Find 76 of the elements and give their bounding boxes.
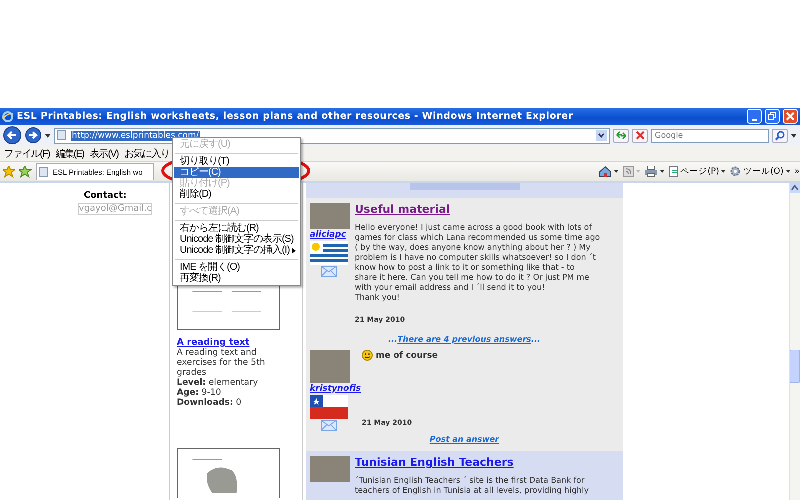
caret-icon: [786, 170, 791, 173]
search-field[interactable]: Google: [651, 128, 769, 142]
worksheet-title-link[interactable]: A reading text: [177, 338, 302, 348]
avatar-photo-placeholder: [310, 203, 350, 229]
minimize-icon: [752, 118, 757, 120]
post-text: teachers of English in Tunisia at all levels, providing highly: [355, 486, 589, 496]
post-text: problem is I have no computer skills whatsoever! so I don ´t: [355, 253, 598, 263]
post-answer-link[interactable]: Post an answer: [430, 435, 500, 444]
window-title: ESL Printables: English worksheets, lesson plans and other resources - Windows Internet Explorer: [17, 111, 574, 122]
search-button[interactable]: [772, 128, 788, 142]
menu-item[interactable]: 再変換(R): [174, 273, 299, 284]
ie-logo-icon: [2, 110, 14, 122]
close-button[interactable]: [783, 109, 798, 124]
page-icon: [39, 166, 50, 178]
tools-menu-button[interactable]: ツール(O): [730, 166, 791, 178]
contact-label: Contact:: [84, 191, 127, 201]
forward-button[interactable]: [25, 127, 42, 144]
menu-item[interactable]: お気に入り: [124, 146, 170, 160]
page-icon: [668, 166, 679, 177]
stop-button[interactable]: [632, 128, 648, 142]
post-text: ´Tunisian English Teachers ´ site is the first Data Bank for: [355, 476, 586, 486]
refresh-button[interactable]: [613, 128, 629, 142]
print-icon[interactable]: [644, 166, 658, 177]
post-text: Thank you!: [355, 293, 402, 303]
worksheet-detail: Downloads: 0: [177, 398, 243, 408]
menu-item[interactable]: ファイル(F): [4, 146, 50, 160]
reply-text: me of course: [376, 350, 438, 360]
caret-icon[interactable]: [660, 170, 665, 173]
minimize-button[interactable]: [747, 109, 762, 124]
scroll-up-button[interactable]: [790, 183, 800, 193]
close-icon: [636, 131, 644, 140]
post-text: Hello everyone! I just came across a good book with lots of: [355, 223, 594, 233]
close-icon: [786, 112, 795, 121]
caret-icon[interactable]: [45, 134, 51, 138]
avatar-photo-placeholder: [310, 456, 350, 482]
post-text: ( by the way, does anyone know anything about her ? ) My: [355, 243, 592, 253]
post-text: know how to post a link to it or something like that - to: [355, 263, 576, 273]
menu-item[interactable]: 右から左に読む(R): [174, 223, 299, 234]
ellipsis-text: ...: [388, 335, 398, 344]
menu-item[interactable]: IME を開く(O): [174, 262, 299, 273]
menu-item[interactable]: 編集(E): [56, 146, 84, 160]
menu-item[interactable]: 表示(V): [90, 146, 118, 160]
page-icon: [57, 130, 68, 141]
gear-icon: [730, 166, 742, 177]
previous-answers-link[interactable]: There are 4 previous answers: [398, 335, 532, 344]
caret-icon[interactable]: [614, 170, 619, 173]
back-button[interactable]: [3, 126, 22, 145]
username-link[interactable]: aliciapc: [310, 230, 346, 240]
ellipsis-text: ...: [531, 335, 541, 344]
menu-item[interactable]: Unicode 制御文字の表示(S): [174, 234, 299, 245]
page-menu-button[interactable]: ページ(P): [668, 166, 726, 178]
menu-item[interactable]: 削除(D): [174, 189, 299, 200]
more-button[interactable]: »: [794, 166, 800, 176]
username-link[interactable]: kristynofis: [310, 384, 362, 394]
home-icon[interactable]: [598, 166, 612, 178]
smiley-icon: [362, 350, 373, 361]
search-icon: [775, 130, 785, 140]
restore-icon: [768, 112, 777, 121]
post-title-link[interactable]: Useful material: [355, 203, 600, 216]
post-text: with your email address and I ´ll send it to you!: [355, 283, 546, 293]
post-title-link[interactable]: Tunisian English Teachers: [355, 456, 589, 469]
worksheet-detail: Level: elementary: [177, 378, 260, 388]
feeds-icon[interactable]: [622, 166, 634, 177]
add-favorite-icon[interactable]: [19, 166, 32, 178]
post-text: games for class which Lana recommended us some time ago: [355, 233, 600, 243]
caret-icon[interactable]: [791, 134, 797, 138]
refresh-icon: [616, 131, 626, 140]
worksheet-detail: Age: 9-10: [177, 388, 222, 398]
favorites-star-icon[interactable]: [3, 166, 15, 178]
menu-item[interactable]: Unicode 制御文字の挿入(I): [174, 245, 299, 256]
caret-icon: [721, 170, 726, 173]
restore-button[interactable]: [765, 109, 780, 124]
scrollbar-thumb[interactable]: [790, 350, 800, 383]
post-text: share it here. Can you tell me how to do it ? Or just PM me: [355, 273, 590, 283]
avatar-photo-placeholder: [310, 350, 350, 383]
dropdown-button[interactable]: [596, 130, 607, 141]
